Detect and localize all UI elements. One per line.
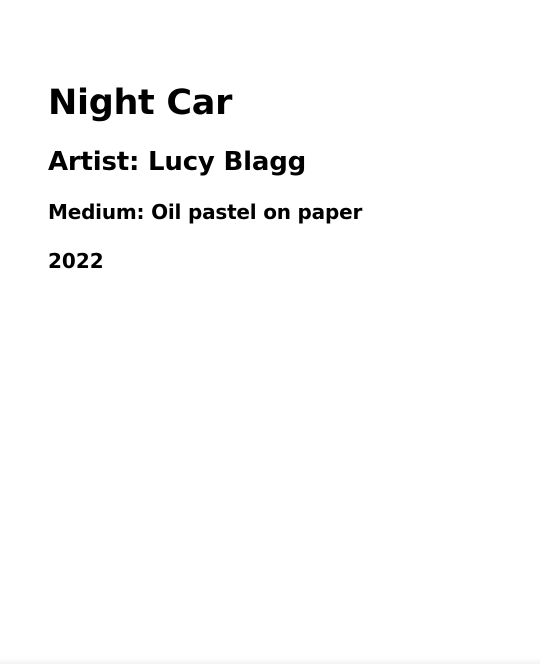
artwork-medium: Medium: Oil pastel on paper [48,200,363,224]
artwork-info-page: Night Car Artist: Lucy Blagg Medium: Oil… [0,0,540,664]
artwork-artist: Artist: Lucy Blagg [48,147,307,177]
artwork-year: 2022 [48,249,104,273]
bottom-edge-shadow [0,658,540,664]
artwork-details: Night Car Artist: Lucy Blagg Medium: Oil… [48,82,362,274]
artwork-title: Night Car [48,83,233,123]
